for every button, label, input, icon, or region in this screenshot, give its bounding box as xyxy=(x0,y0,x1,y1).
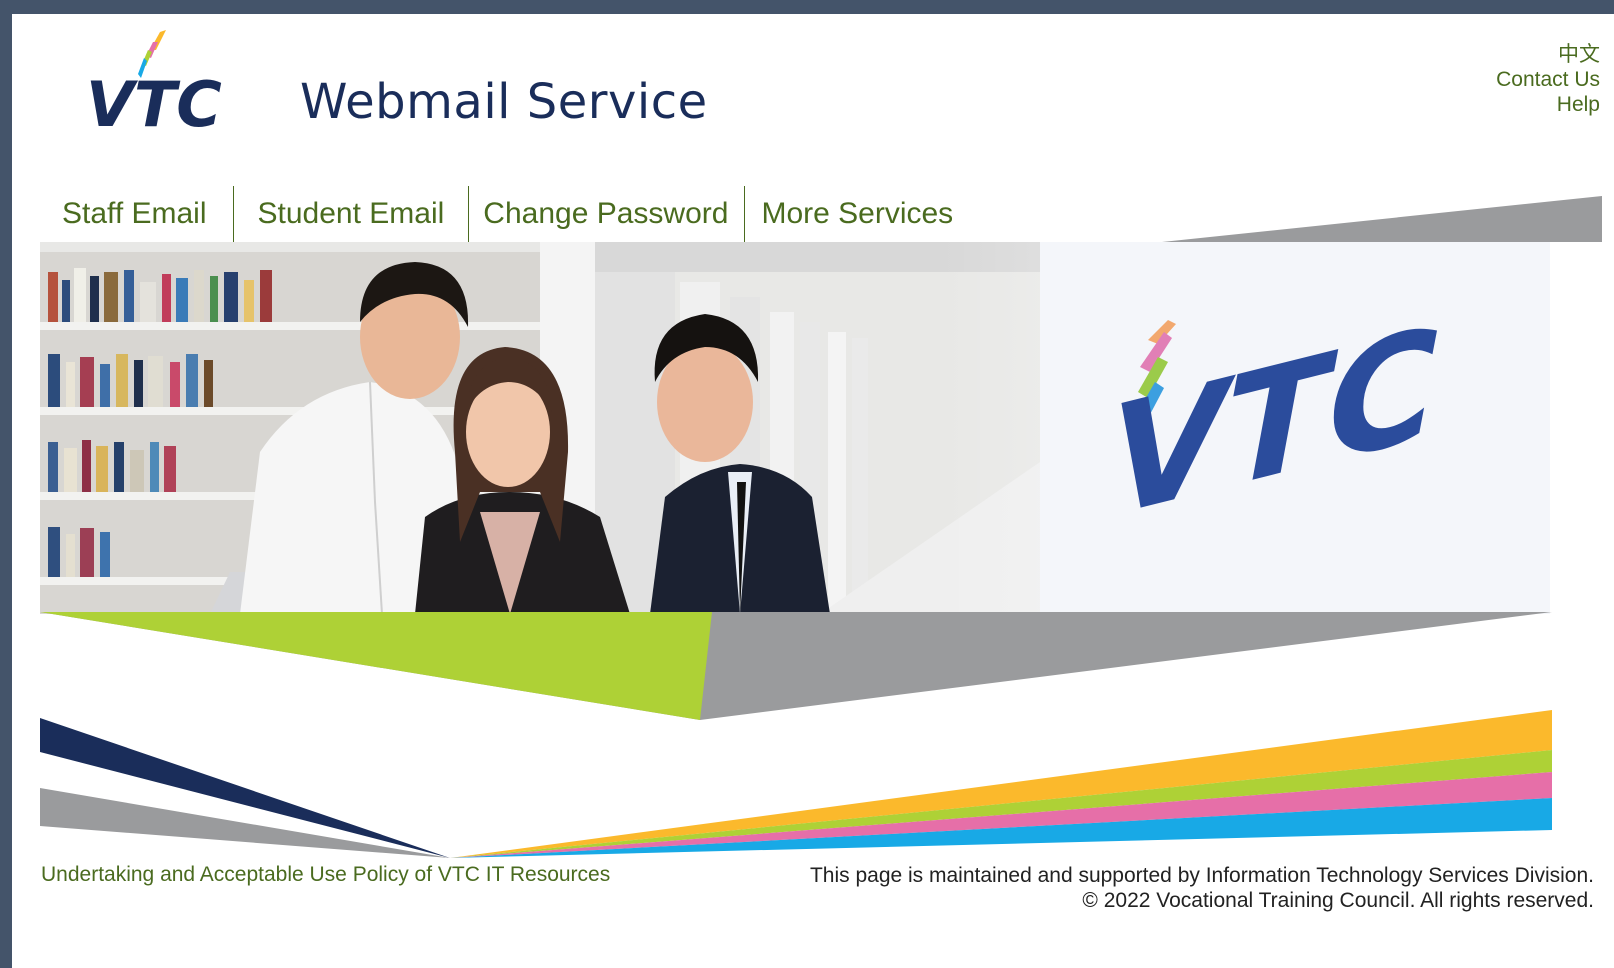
main-nav: Staff Email Student Email Change Passwor… xyxy=(40,186,977,242)
maintenance-notice: This page is maintained and supported by… xyxy=(809,864,1594,887)
page-frame: VTC Webmail Service 中文 Contact Us Help S… xyxy=(12,14,1614,968)
nav-student-email[interactable]: Student Email xyxy=(234,186,469,242)
decorative-stripes xyxy=(40,612,1552,858)
hero-banner: VTC xyxy=(40,242,1550,614)
language-link-chinese[interactable]: 中文 xyxy=(1496,42,1600,67)
nav-more-services[interactable]: More Services xyxy=(745,186,977,242)
contact-us-link[interactable]: Contact Us xyxy=(1496,67,1600,92)
decorative-gray-wedge xyxy=(1162,196,1602,242)
acceptable-use-policy-link[interactable]: Undertaking and Acceptable Use Policy of… xyxy=(41,863,610,887)
nav-staff-email[interactable]: Staff Email xyxy=(40,186,233,242)
help-link[interactable]: Help xyxy=(1496,92,1600,117)
footer-credits: This page is maintained and supported by… xyxy=(810,863,1594,913)
svg-text:VTC: VTC xyxy=(86,68,222,132)
vtc-logo: VTC xyxy=(86,30,222,132)
top-links: 中文 Contact Us Help xyxy=(1496,42,1600,117)
banner-illustration: VTC xyxy=(40,242,1550,614)
service-title: Webmail Service xyxy=(300,74,708,130)
copyright-notice: © 2022 Vocational Training Council. All … xyxy=(1082,889,1594,912)
nav-change-password[interactable]: Change Password xyxy=(469,186,744,242)
